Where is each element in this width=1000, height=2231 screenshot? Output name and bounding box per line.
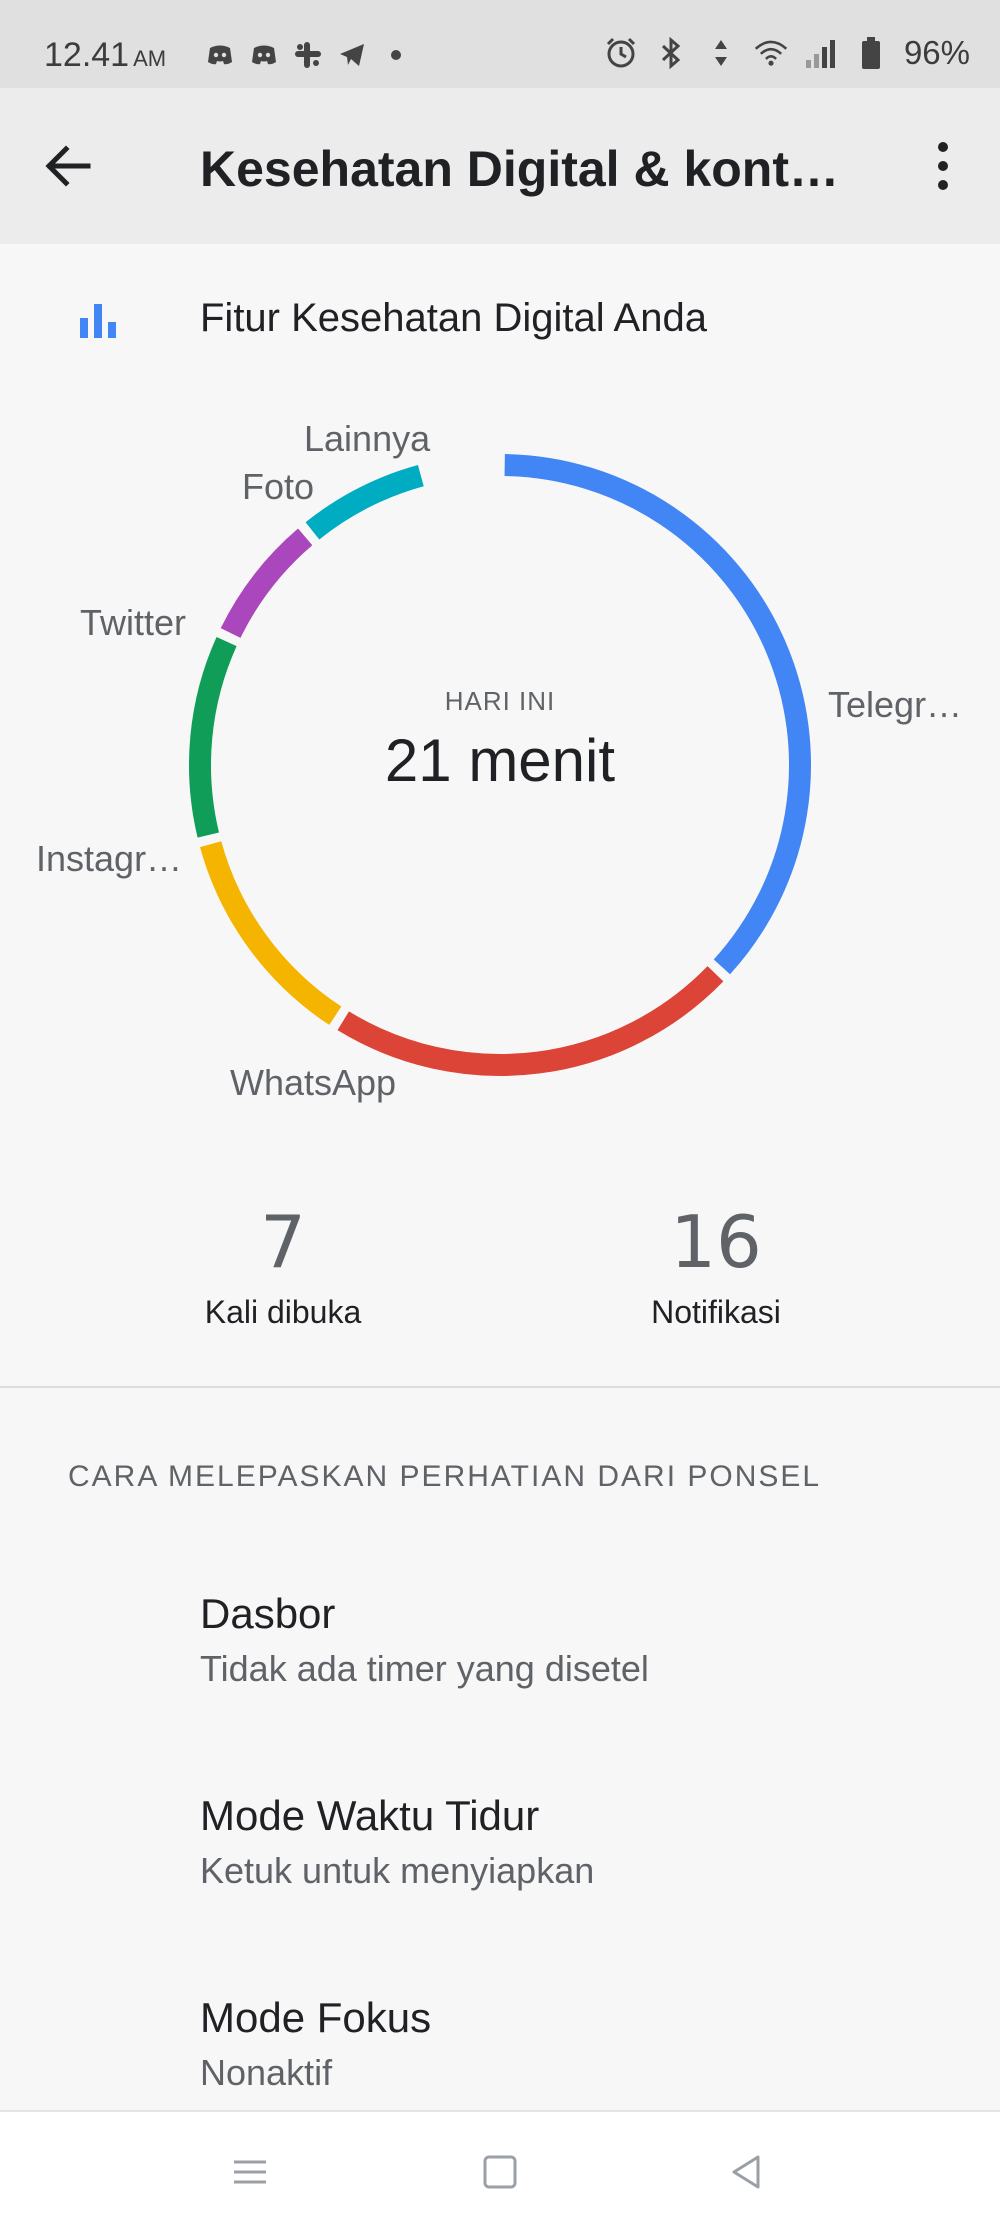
list-item-subtitle: Nonaktif xyxy=(200,2052,333,2093)
list-item-title: Dasbor xyxy=(200,1590,336,1637)
donut-segment-whatsapp[interactable] xyxy=(337,966,724,1076)
period-label: HARI INI xyxy=(444,686,556,716)
segment-label-foto[interactable]: Foto xyxy=(242,466,314,508)
telegram-icon xyxy=(337,40,367,70)
status-bar: 12.41 AM 96% xyxy=(0,0,1000,88)
discord-icon xyxy=(205,40,235,70)
unlocks-label: Kali dibuka xyxy=(204,1294,362,1330)
wifi-icon xyxy=(754,36,788,70)
donut-segment-instagram[interactable] xyxy=(200,841,342,1025)
navigation-bar xyxy=(0,2110,1000,2231)
notifications-value: 16 xyxy=(670,1200,762,1284)
list-item-focus-mode[interactable]: Mode Fokus Nonaktif xyxy=(200,1994,960,2094)
recents-button[interactable] xyxy=(230,2152,270,2192)
segment-label-whatsapp[interactable]: WhatsApp xyxy=(230,1062,396,1104)
donut-segment-lainnya[interactable] xyxy=(305,465,424,540)
back-triangle-icon xyxy=(732,2155,760,2189)
battery-icon xyxy=(854,36,888,70)
bar-chart-icon xyxy=(78,300,122,340)
more-vert-icon xyxy=(938,142,948,190)
slack-icon xyxy=(293,40,323,70)
system-icons: 96% xyxy=(604,34,970,72)
app-bar: Kesehatan Digital & kont… xyxy=(0,88,1000,244)
list-item-dashboard[interactable]: Dasbor Tidak ada timer yang disetel xyxy=(200,1590,960,1690)
discord-icon xyxy=(249,40,279,70)
data-icon xyxy=(704,36,738,70)
usage-donut-chart[interactable]: Telegr… WhatsApp Instagr… Twitter Foto L… xyxy=(0,390,1000,1150)
unlocks-value: 7 xyxy=(260,1200,306,1284)
list-item-subtitle: Ketuk untuk menyiapkan xyxy=(200,1850,595,1891)
stats-row: 7 Kali dibuka 16 Notifikasi xyxy=(0,1200,1000,1370)
back-button[interactable] xyxy=(40,138,96,194)
alarm-icon xyxy=(604,36,638,70)
list-item-title: Mode Waktu Tidur xyxy=(200,1792,540,1839)
segment-label-instagram[interactable]: Instagr… xyxy=(36,838,182,880)
more-options-button[interactable] xyxy=(928,138,958,194)
donut-segment-foto[interactable] xyxy=(220,528,313,638)
total-usage: 21 menit xyxy=(384,727,616,794)
list-item-bedtime-mode[interactable]: Mode Waktu Tidur Ketuk untuk menyiapkan xyxy=(200,1792,960,1892)
status-time-value: 12.41 xyxy=(44,36,130,74)
unlocks-stat[interactable]: 7 Kali dibuka xyxy=(133,1200,433,1331)
segment-label-lainnya[interactable]: Lainnya xyxy=(304,418,430,460)
arrow-left-icon xyxy=(45,145,91,187)
home-button[interactable] xyxy=(480,2152,520,2192)
home-square-icon xyxy=(483,2155,517,2189)
status-time: 12.41 AM xyxy=(44,36,166,75)
battery-percentage: 96% xyxy=(903,34,970,71)
list-item-title: Mode Fokus xyxy=(200,1994,432,2041)
list-item-subtitle: Tidak ada timer yang disetel xyxy=(200,1648,649,1689)
menu-icon xyxy=(234,2160,266,2184)
bluetooth-icon xyxy=(654,36,688,70)
signal-icon xyxy=(804,36,838,70)
status-time-ampm: AM xyxy=(133,46,167,71)
divider xyxy=(0,1386,1000,1388)
back-nav-button[interactable] xyxy=(726,2152,766,2192)
segment-label-twitter[interactable]: Twitter xyxy=(80,602,186,644)
notifications-label: Notifikasi xyxy=(651,1294,781,1330)
feature-row: Fitur Kesehatan Digital Anda xyxy=(0,270,1000,370)
notifications-stat[interactable]: 16 Notifikasi xyxy=(566,1200,866,1331)
section-header: CARA MELEPASKAN PERHATIAN DARI PONSEL xyxy=(68,1460,822,1493)
notification-icons xyxy=(205,40,411,70)
feature-label: Fitur Kesehatan Digital Anda xyxy=(200,296,707,340)
dot-icon xyxy=(381,40,411,70)
page-title: Kesehatan Digital & kont… xyxy=(200,141,839,197)
